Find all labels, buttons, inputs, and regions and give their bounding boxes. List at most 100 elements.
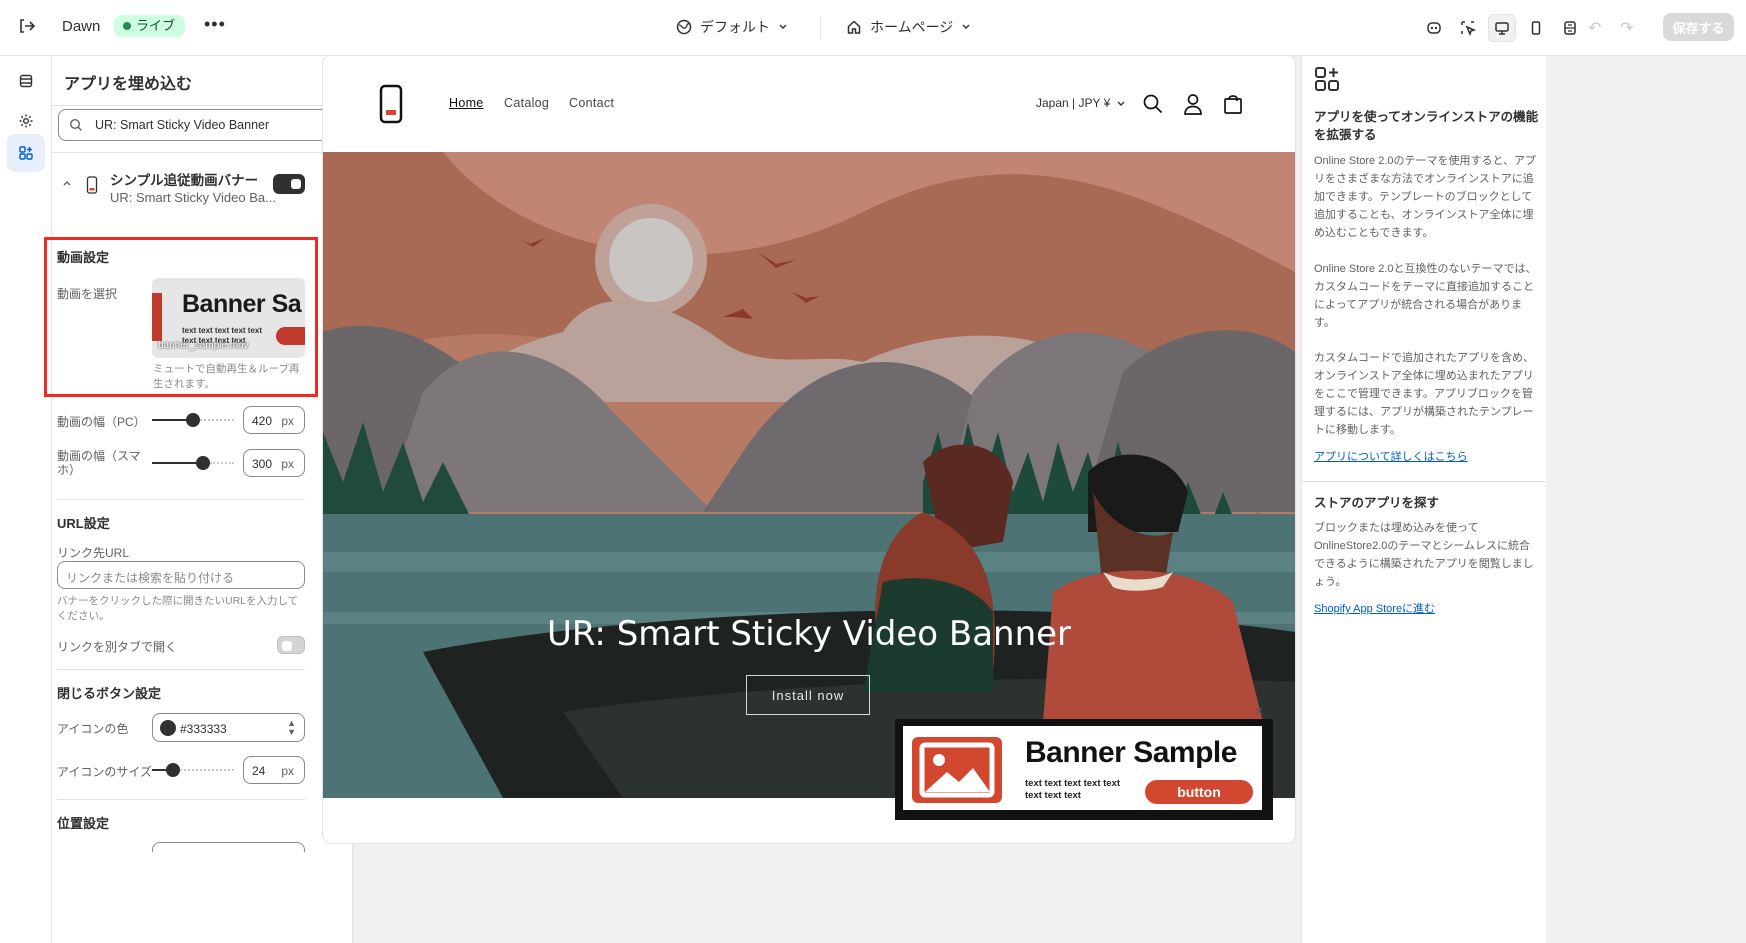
position-select[interactable] [152, 842, 305, 852]
search-icon [69, 118, 82, 131]
apps-add-icon [1315, 67, 1339, 91]
icon-size-slider[interactable] [152, 760, 234, 780]
find-apps-heading: ストアのアプリを探す [1314, 496, 1440, 510]
desktop-view-icon[interactable] [1488, 14, 1516, 42]
link-url-input[interactable]: リンクまたは検索を貼り付ける [57, 561, 305, 589]
icon-size-value: 24 [252, 764, 266, 778]
nav-home-link[interactable]: Home [449, 96, 484, 110]
apps-icon [19, 146, 33, 160]
find-apps-paragraph: ブロックまたは埋め込みを使ってOnlineStore2.0のテーマとシームレスに… [1314, 522, 1534, 588]
position-settings-heading: 位置設定 [57, 816, 110, 831]
video-width-sp-field[interactable]: 300 px [243, 449, 305, 477]
sticky-video-banner[interactable]: Banner Sample text text text text text t… [895, 719, 1273, 820]
mobile-view-icon[interactable] [1522, 14, 1550, 42]
divider [52, 152, 352, 153]
new-tab-label: リンクを別タブで開く [57, 640, 178, 654]
nav-contact-link[interactable]: Contact [569, 96, 614, 110]
highlight-box [44, 237, 318, 397]
sidebar-rail [0, 56, 52, 943]
install-now-button[interactable]: Install now [746, 675, 870, 715]
icon-color-value: #333333 [180, 722, 227, 736]
app-embeds-nav-item[interactable] [7, 134, 45, 172]
sensei-icon[interactable] [1420, 14, 1448, 42]
app-embed-subtitle: UR: Smart Sticky Video Ba... [110, 190, 276, 205]
divider [57, 799, 305, 800]
unit-label: px [281, 457, 294, 471]
sticky-banner-close-icon[interactable]: × [1255, 703, 1263, 719]
page-label: ホームページ [870, 19, 954, 35]
hero-banner: UR: Smart Sticky Video Banner Install no… [323, 152, 1295, 798]
icon-color-label: アイコンの色 [57, 722, 129, 736]
color-swatch [160, 720, 176, 736]
topbar-divider [820, 17, 821, 39]
locale-selector[interactable]: Japan | JPY ¥ [1036, 96, 1110, 110]
chevron-down-icon [779, 24, 787, 29]
store-logo-icon[interactable] [379, 84, 403, 124]
globe-icon [676, 19, 692, 35]
theme-name: Dawn [62, 18, 101, 35]
sticky-banner-text: text text text text text text text text [1025, 778, 1121, 801]
divider [57, 499, 305, 500]
divider [52, 105, 352, 106]
page-selector[interactable]: ホームページ [846, 14, 971, 40]
divider [57, 669, 305, 670]
redo-button[interactable]: ↷ [1620, 18, 1633, 38]
app-info-panel: アプリを使ってオンラインストアの機能を拡張する Online Store 2.0… [1301, 56, 1547, 943]
app-embed-toggle[interactable] [273, 174, 305, 194]
icon-size-field[interactable]: 24 px [243, 756, 305, 784]
inspector-icon[interactable] [1454, 14, 1482, 42]
sticky-banner-content: Banner Sample text text text text text t… [903, 726, 1262, 810]
video-width-sp-slider[interactable] [152, 453, 234, 473]
video-width-pc-value: 420 [252, 414, 273, 428]
sections-nav-item[interactable] [7, 62, 45, 100]
info-paragraph-3: カスタムコードで追加されたアプリを含め、オンラインストア全体に埋め込まれたアプリ… [1314, 352, 1534, 436]
chevron-down-icon [962, 24, 970, 29]
video-width-sp-value: 300 [252, 457, 273, 471]
panel-title: アプリを埋め込む [64, 76, 193, 93]
link-url-placeholder: リンクまたは検索を貼り付ける [66, 571, 235, 585]
view-controls [1420, 14, 1584, 42]
gear-icon [19, 114, 33, 128]
divider [1302, 481, 1547, 482]
select-arrows-icon: ▲ ▼ [287, 718, 296, 737]
image-placeholder-icon [912, 737, 1002, 803]
video-width-sp-label: 動画の幅（スマホ） [57, 449, 141, 477]
app-embed-row[interactable]: シンプル追従動画バナー UR: Smart Sticky Video Ba... [52, 156, 352, 216]
unit-label: px [281, 414, 294, 428]
account-icon[interactable] [1183, 93, 1203, 115]
editor-topbar: Dawn ライブ ••• デフォルト ホームページ ↶ ↷ 保存する [0, 0, 1746, 56]
undo-button[interactable]: ↶ [1588, 18, 1601, 38]
template-selector[interactable]: デフォルト [676, 14, 788, 40]
collapse-chevron-icon[interactable] [62, 178, 72, 191]
store-header: Home Catalog Contact Japan | JPY ¥ [323, 56, 1295, 152]
video-width-pc-label: 動画の幅（PC） [57, 415, 146, 429]
icon-size-label: アイコンのサイズ [57, 765, 153, 779]
fullwidth-view-icon[interactable] [1556, 14, 1584, 42]
nav-catalog-link[interactable]: Catalog [504, 96, 549, 110]
url-settings-heading: URL設定 [57, 516, 110, 531]
app-store-link[interactable]: Shopify App Storeに進む [1314, 600, 1435, 616]
close-button-settings-heading: 閉じるボタン設定 [57, 686, 162, 701]
video-width-pc-field[interactable]: 420 px [243, 406, 305, 434]
icon-color-select[interactable]: #333333 ▲ ▼ [152, 713, 305, 742]
exit-icon[interactable] [16, 16, 40, 40]
live-status-badge: ライブ [114, 15, 186, 37]
save-button[interactable]: 保存する [1663, 13, 1734, 41]
more-actions-button[interactable]: ••• [204, 14, 226, 35]
video-width-pc-slider[interactable] [152, 410, 234, 430]
sticky-banner-button[interactable]: button [1145, 780, 1253, 804]
cart-icon[interactable] [1223, 93, 1243, 115]
chevron-down-icon [1117, 101, 1125, 106]
search-icon[interactable] [1143, 94, 1163, 114]
learn-more-link[interactable]: アプリについて詳しくはこちら [1314, 448, 1468, 464]
sticky-banner-title: Banner Sample [1025, 736, 1237, 769]
info-paragraph-2: Online Store 2.0と互換性のないテーマでは、カスタムコードをテーマ… [1314, 263, 1537, 329]
template-label: デフォルト [700, 19, 770, 35]
info-heading: アプリを使ってオンラインストアの機能を拡張する [1314, 110, 1539, 142]
search-input[interactable]: UR: Smart Sticky Video Banner [58, 109, 335, 141]
unit-label: px [281, 764, 294, 778]
app-embed-name: シンプル追従動画バナー [110, 173, 259, 188]
link-url-help: バナーをクリックした際に開きたいURLを入力してください。 [57, 595, 299, 622]
home-icon [847, 20, 861, 34]
new-tab-toggle[interactable] [277, 636, 305, 654]
